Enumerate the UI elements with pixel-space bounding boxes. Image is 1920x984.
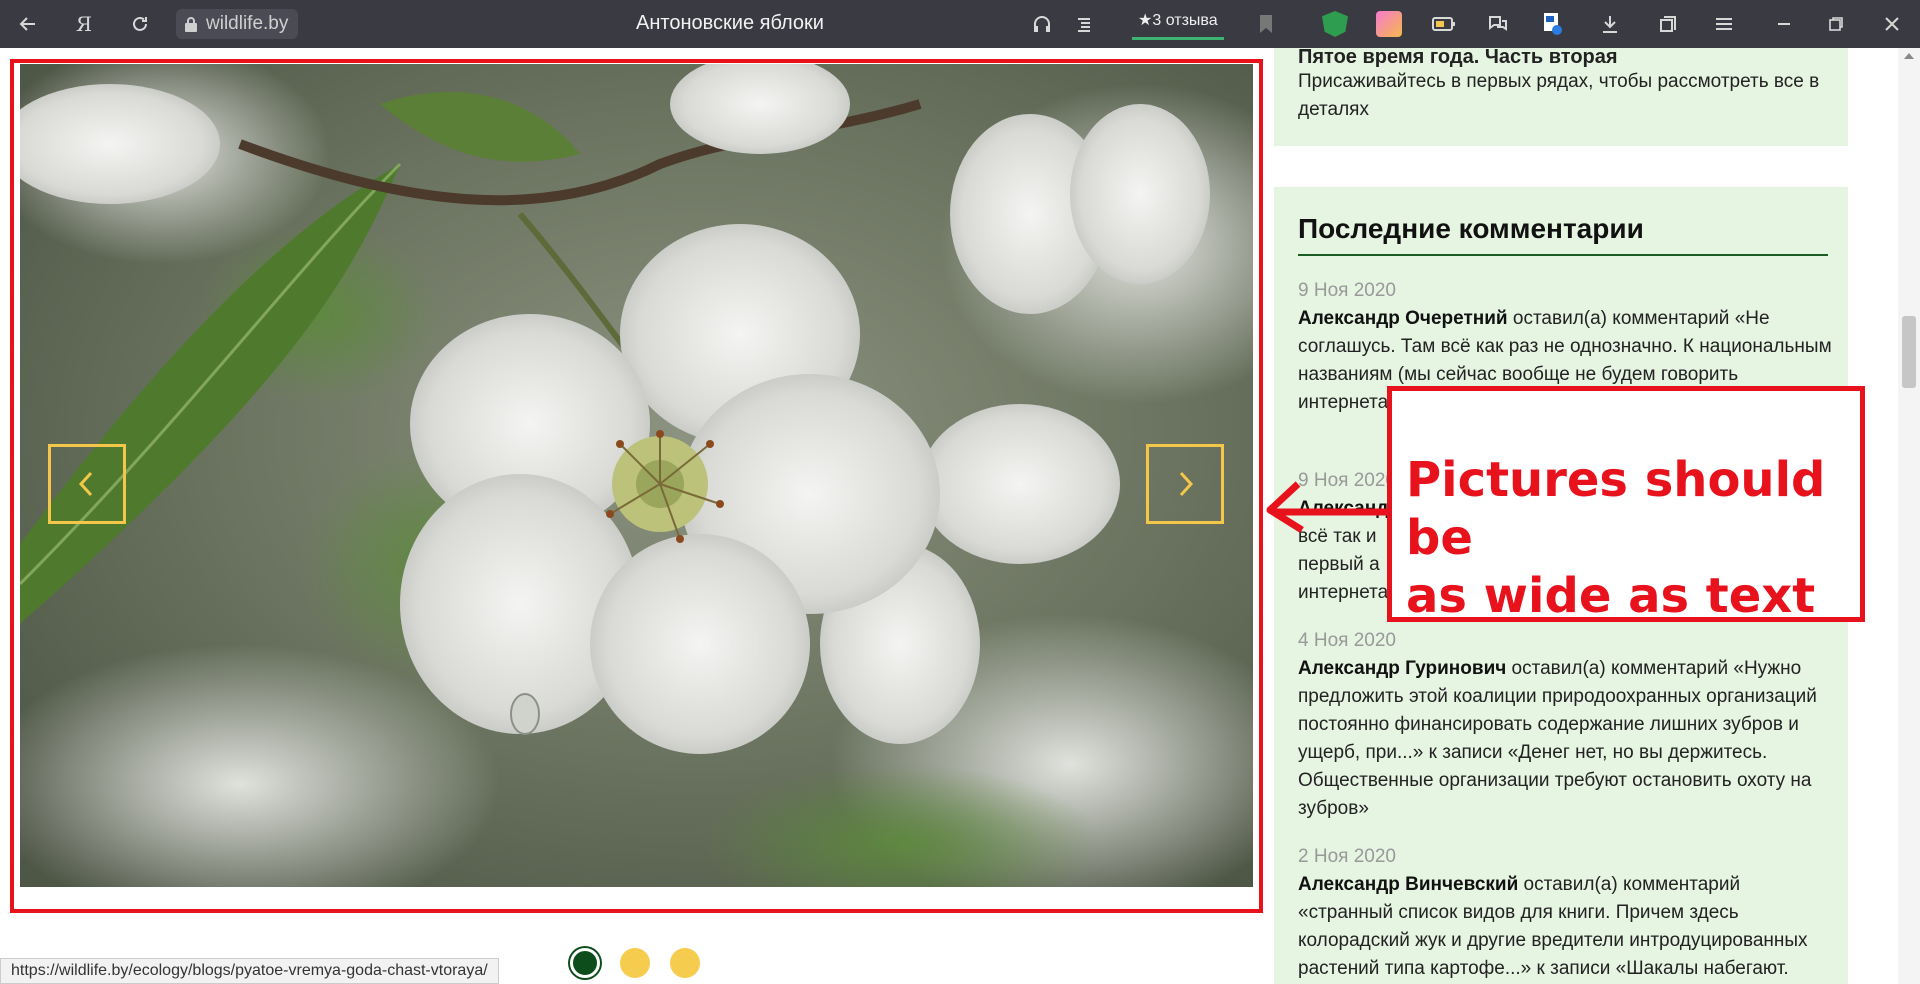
comment-tail[interactable]: интернета (1298, 392, 1388, 413)
comment-line[interactable]: интернета (1298, 582, 1388, 603)
annotation-arrow-icon (1266, 481, 1390, 533)
comment-date: 9 Ноя 2020 (1298, 280, 1396, 301)
collections-icon[interactable] (1654, 10, 1682, 38)
comment-item: 4 Ноя 2020 Александр Гуринович оставил(а… (1298, 627, 1838, 823)
previous-post-title[interactable]: Пятое время года. Часть вторая (1298, 46, 1618, 69)
scrollbar-thumb[interactable] (1902, 316, 1916, 388)
bookmark-icon[interactable] (1252, 10, 1280, 38)
download-icon[interactable] (1596, 10, 1624, 38)
shield-extension-icon[interactable] (1322, 11, 1348, 37)
page-title: Антоновские яблоки (636, 12, 824, 34)
chat-icon[interactable] (1484, 10, 1512, 38)
slider-dots (570, 948, 700, 978)
scroll-up-icon[interactable] (1904, 53, 1914, 59)
reader-mode-icon[interactable] (1070, 10, 1098, 38)
color-extension-icon[interactable] (1376, 11, 1402, 37)
comment-author[interactable]: Александр Гуринович (1298, 658, 1506, 679)
annotation-note: Pictures should be as wide as text (1387, 386, 1865, 624)
slider-dot-3[interactable] (670, 948, 700, 978)
photo-slider[interactable] (20, 64, 1253, 887)
comment-date: 4 Ноя 2020 (1298, 630, 1396, 651)
url-text: wildlife.by (206, 13, 289, 34)
slider-next-button[interactable] (1146, 444, 1224, 524)
yandex-logo-icon[interactable]: Я (70, 10, 98, 38)
heading-divider (1298, 254, 1828, 256)
back-icon[interactable] (14, 10, 42, 38)
minimize-icon[interactable] (1770, 10, 1798, 38)
comment-item: 2 Ноя 2020 Александр Винчевский оставил(… (1298, 843, 1838, 983)
comment-author[interactable]: Александр Винчевский (1298, 874, 1518, 895)
battery-icon[interactable] (1430, 10, 1458, 38)
address-bar[interactable]: wildlife.by (176, 9, 299, 39)
annotation-line-2: as wide as text (1406, 568, 1816, 624)
annotation-line-1: Pictures should be (1406, 452, 1826, 566)
document-extension-icon[interactable] (1538, 10, 1566, 38)
page-scrollbar[interactable] (1898, 48, 1920, 984)
comment-date: 2 Ноя 2020 (1298, 846, 1396, 867)
reload-icon[interactable] (126, 10, 154, 38)
restore-icon[interactable] (1822, 10, 1850, 38)
comment-line[interactable]: первый а (1298, 554, 1380, 575)
slider-dot-2[interactable] (620, 948, 650, 978)
slider-prev-button[interactable] (48, 444, 126, 524)
sidebar-previous-post[interactable]: Пятое время года. Часть вторая Присажива… (1274, 46, 1848, 146)
menu-icon[interactable] (1710, 10, 1738, 38)
previous-post-desc: Присаживайтесь в первых рядах, чтобы рас… (1298, 71, 1820, 120)
comment-author[interactable]: Александр Очеретний (1298, 308, 1508, 329)
slider-dot-1[interactable] (570, 948, 600, 978)
comment-text[interactable]: оставил(а) комментарий «Нужно предложить… (1298, 658, 1817, 819)
status-bar-url: https://wildlife.by/ecology/blogs/pyatoe… (0, 958, 499, 984)
reviews-button[interactable]: ★3 отзыва (1132, 8, 1224, 40)
chevron-right-icon (1179, 471, 1194, 497)
close-icon[interactable] (1878, 10, 1906, 38)
lock-icon (185, 17, 197, 32)
headphones-icon[interactable] (1028, 10, 1056, 38)
recent-comments-heading: Последние комментарии (1298, 213, 1644, 244)
chevron-left-icon (78, 471, 93, 497)
apple-blossom-photo (20, 64, 1253, 887)
browser-toolbar: Я wildlife.by Антоновские яблоки ★3 отзы… (0, 0, 1920, 48)
